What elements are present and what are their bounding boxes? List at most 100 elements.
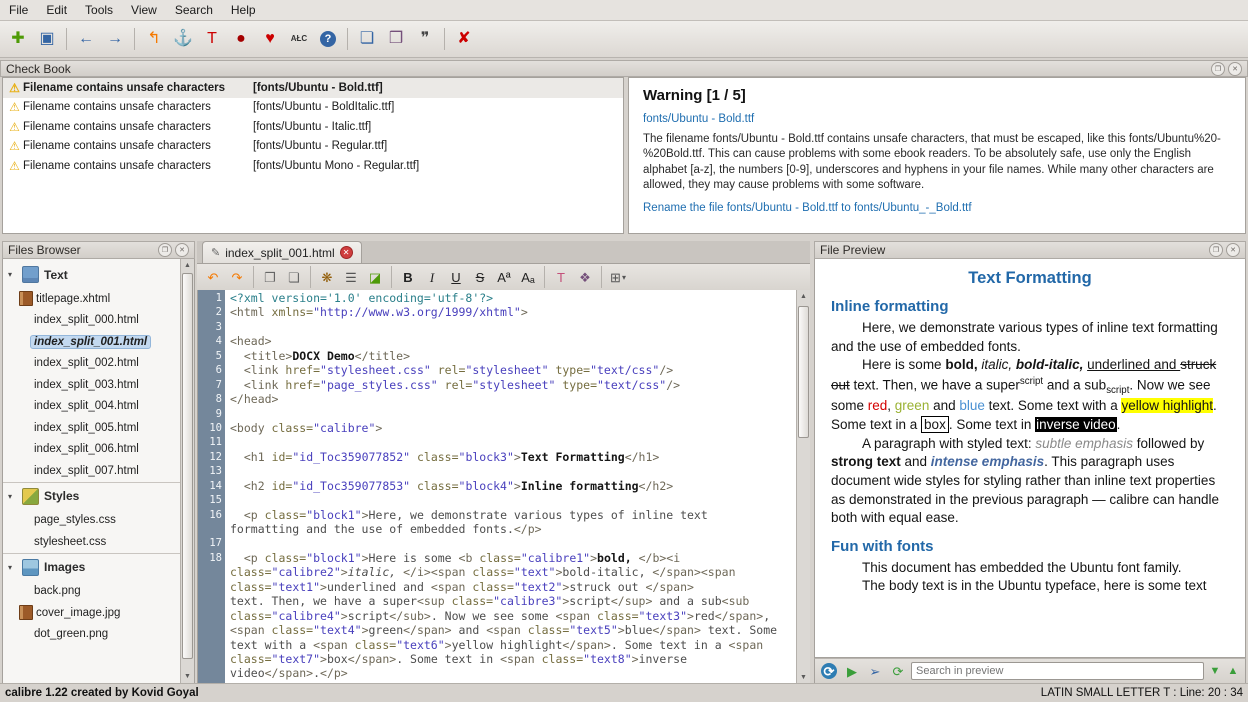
remove-icon[interactable]: ✘ — [451, 26, 477, 52]
close-panel-icon[interactable]: ✕ — [1226, 243, 1240, 257]
warning-row[interactable]: ⚠Filename contains unsafe characters[fon… — [3, 78, 623, 98]
expand-icon[interactable]: ▾ — [8, 270, 17, 279]
file-item[interactable]: index_split_002.html — [3, 353, 181, 375]
preview-search-input[interactable] — [911, 662, 1204, 680]
outline-icon[interactable]: ☰ — [340, 266, 362, 288]
file-item[interactable]: index_split_001.html — [3, 331, 181, 353]
warning-file-link[interactable]: fonts/Ubuntu - Bold.ttf — [643, 113, 1231, 125]
bold-icon[interactable]: B — [397, 266, 419, 288]
strike-icon[interactable]: S — [469, 266, 491, 288]
tree-section-images[interactable]: ▾Images — [3, 553, 181, 581]
tree-section-styles[interactable]: ▾Styles — [3, 482, 181, 510]
preview-document[interactable]: Text FormattingInline formattingHere, we… — [814, 259, 1246, 658]
file-item[interactable]: titlepage.xhtml — [3, 288, 181, 310]
scrollbar-thumb[interactable] — [182, 273, 193, 659]
undock-panel-icon[interactable]: ❐ — [1209, 243, 1223, 257]
file-item[interactable]: index_split_000.html — [3, 310, 181, 332]
back-icon[interactable]: ← — [73, 26, 99, 52]
file-item[interactable]: dot_green.png — [3, 624, 181, 646]
next-match-icon[interactable]: ▼ — [1207, 661, 1223, 681]
code-line: class="calibre4">script</sub>. Now we se… — [230, 609, 796, 623]
insert-special-icon[interactable]: ❖ — [574, 266, 596, 288]
prev-match-icon[interactable]: ▲ — [1225, 661, 1241, 681]
paste-icon[interactable]: ❏ — [283, 266, 305, 288]
italic-icon[interactable]: I — [421, 266, 443, 288]
undock-panel-icon[interactable]: ❐ — [1211, 62, 1225, 76]
jump-icon[interactable]: ↰ — [141, 26, 167, 52]
file-item[interactable]: page_styles.css — [3, 510, 181, 532]
sweep-icon[interactable]: ❋ — [316, 266, 338, 288]
window-icon[interactable]: ❒ — [383, 26, 409, 52]
subscript-icon[interactable]: Aₐ — [517, 266, 539, 288]
file-item[interactable]: stylesheet.css — [3, 531, 181, 553]
line-number: 7 — [198, 378, 222, 392]
text-color-icon[interactable]: T — [550, 266, 572, 288]
scroll-up-icon[interactable]: ▲ — [181, 259, 194, 272]
expand-icon[interactable]: ▾ — [8, 492, 17, 501]
expand-icon[interactable]: ▾ — [8, 563, 17, 572]
insert-table-icon[interactable]: ⊞▾ — [607, 266, 629, 288]
code-line: class="text7">box</span>. Some text in <… — [230, 652, 796, 666]
file-item[interactable]: index_split_007.html — [3, 460, 181, 482]
tab-label: index_split_001.html — [225, 246, 334, 260]
redo-icon[interactable]: ↷ — [226, 266, 248, 288]
superscript-icon[interactable]: Aª — [493, 266, 515, 288]
toolbar-separator — [601, 266, 602, 288]
undock-panel-icon[interactable]: ❐ — [158, 243, 172, 257]
warning-list[interactable]: ⚠Filename contains unsafe characters[fon… — [2, 77, 624, 234]
preview-doc-icon[interactable]: ❏ — [354, 26, 380, 52]
scroll-down-icon[interactable]: ▼ — [181, 670, 194, 683]
warning-row[interactable]: ⚠Filename contains unsafe characters[fon… — [3, 117, 623, 137]
menu-item-tools[interactable]: Tools — [76, 0, 122, 20]
menu-item-view[interactable]: View — [122, 0, 166, 20]
smarten-punctuation-icon[interactable]: ❞ — [412, 26, 438, 52]
forward-icon[interactable]: → — [102, 26, 128, 52]
open-browser-icon[interactable]: ➢ — [865, 661, 885, 681]
warning-fix-link[interactable]: Rename the file fonts/Ubuntu - Bold.ttf … — [643, 202, 1231, 214]
editor-scrollbar[interactable]: ▲ ▼ — [796, 290, 810, 684]
tree-section-text[interactable]: ▾Text — [3, 261, 181, 288]
line-number-gutter: 12345678910111213141516 1718 — [198, 290, 225, 683]
menu-item-edit[interactable]: Edit — [37, 0, 76, 20]
run-preview-icon[interactable]: ▶ — [842, 661, 862, 681]
close-tab-icon[interactable]: ✕ — [340, 246, 353, 259]
warning-row[interactable]: ⚠Filename contains unsafe characters[fon… — [3, 98, 623, 118]
check-book-bug-icon[interactable]: ● — [228, 26, 254, 52]
refresh-icon[interactable]: ⟳ — [888, 661, 908, 681]
tab-index-split-001[interactable]: ✎ index_split_001.html ✕ — [202, 241, 362, 263]
help-icon[interactable]: ? — [315, 26, 341, 52]
title-icon[interactable]: T — [199, 26, 225, 52]
underline-icon[interactable]: U — [445, 266, 467, 288]
scroll-up-icon[interactable]: ▲ — [797, 290, 810, 303]
code-editor[interactable]: 12345678910111213141516 1718 <?xml versi… — [197, 290, 797, 684]
file-item[interactable]: index_split_006.html — [3, 439, 181, 461]
file-item[interactable]: index_split_005.html — [3, 417, 181, 439]
new-file-icon[interactable]: ✚ — [5, 26, 31, 52]
scrollbar-thumb[interactable] — [798, 306, 809, 438]
close-panel-icon[interactable]: ✕ — [175, 243, 189, 257]
copy-icon[interactable]: ❐ — [259, 266, 281, 288]
file-item[interactable]: index_split_004.html — [3, 396, 181, 418]
file-item[interactable]: index_split_003.html — [3, 374, 181, 396]
save-icon[interactable]: ▣ — [34, 26, 60, 52]
files-scrollbar[interactable]: ▲ ▼ — [180, 259, 194, 683]
file-tree[interactable]: ▾Texttitlepage.xhtmlindex_split_000.html… — [3, 261, 181, 683]
warning-icon: ⚠ — [6, 81, 23, 95]
insert-image-icon[interactable]: ◪ — [364, 266, 386, 288]
menu-item-search[interactable]: Search — [166, 0, 222, 20]
menu-item-file[interactable]: File — [0, 0, 37, 20]
anchor-icon[interactable]: ⚓ — [170, 26, 196, 52]
undo-icon[interactable]: ↶ — [202, 266, 224, 288]
menu-item-help[interactable]: Help — [222, 0, 265, 20]
file-item[interactable]: back.png — [3, 581, 181, 603]
donate-heart-icon[interactable]: ♥ — [257, 26, 283, 52]
preview-paragraph: Here, we demonstrate various types of in… — [831, 319, 1229, 356]
live-reload-icon[interactable]: ⟳ — [819, 661, 839, 681]
warning-row[interactable]: ⚠Filename contains unsafe characters[fon… — [3, 137, 623, 157]
edit-pencil-icon: ✎ — [211, 246, 220, 259]
warning-row[interactable]: ⚠Filename contains unsafe characters[fon… — [3, 156, 623, 176]
file-item[interactable]: cover_image.jpg — [3, 602, 181, 624]
line-number: 12 — [198, 450, 222, 464]
special-characters-icon[interactable]: AŁC — [286, 26, 312, 52]
close-panel-icon[interactable]: ✕ — [1228, 62, 1242, 76]
